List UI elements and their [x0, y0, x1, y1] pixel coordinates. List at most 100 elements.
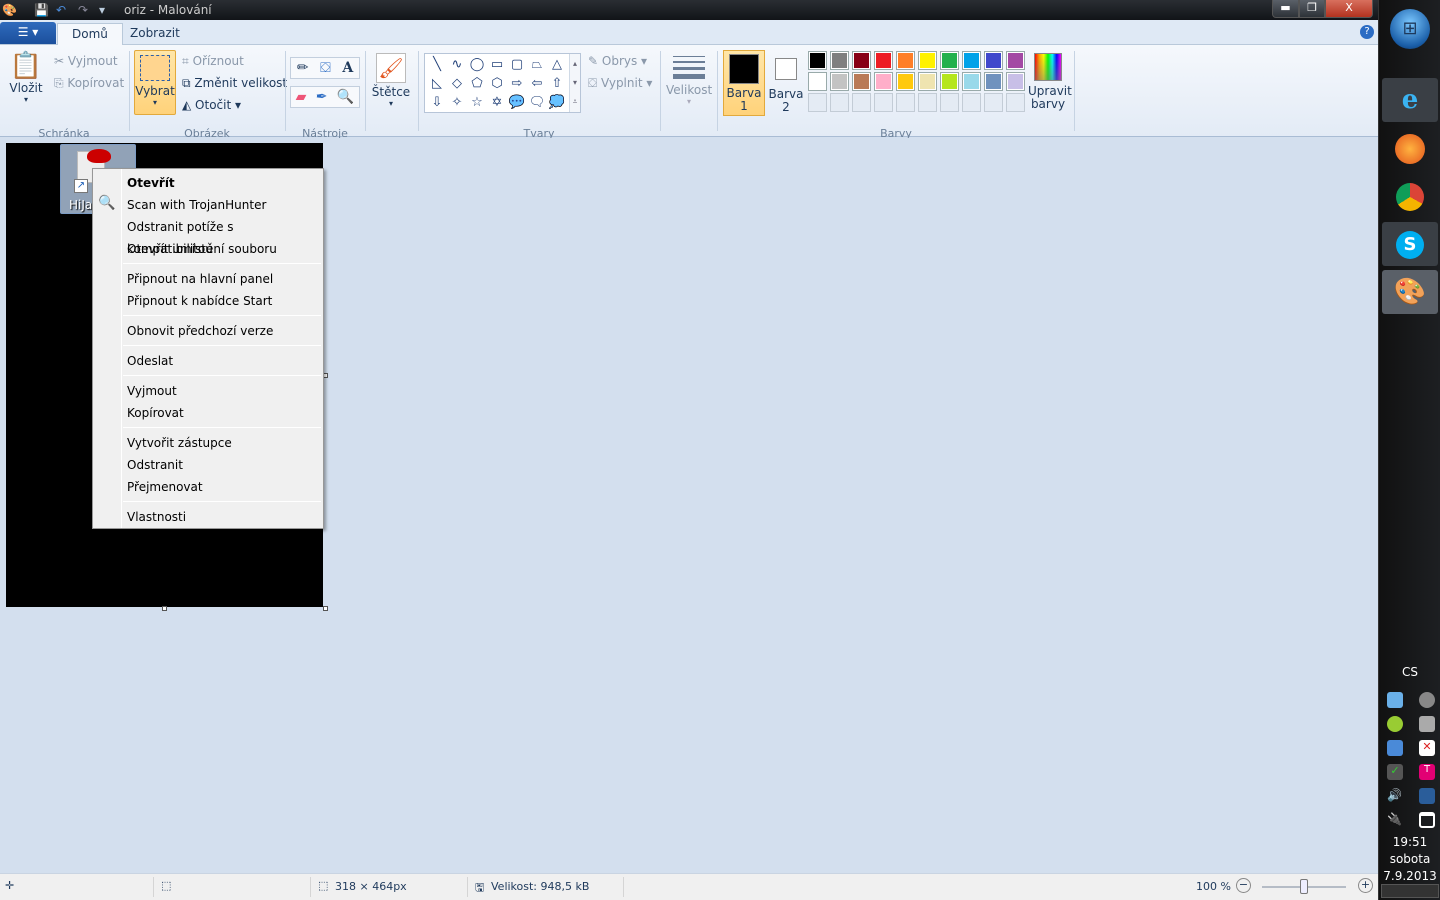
custom-color-slot[interactable] — [896, 93, 915, 112]
eraser-icon[interactable]: ▰ — [296, 89, 307, 105]
clock-day[interactable]: sobota — [1379, 852, 1440, 866]
context-menu-item[interactable]: Vytvořit zástupce — [127, 432, 317, 454]
fill-button[interactable]: ⛋ Vyplnit ▾ — [588, 76, 652, 91]
clock-date[interactable]: 7.9.2013 — [1379, 869, 1440, 883]
brushes-button[interactable]: 🖌 Štětce ▾ — [370, 51, 412, 108]
resize-button[interactable]: ⧉ Změnit velikost — [182, 76, 287, 91]
color-swatch[interactable] — [1006, 51, 1025, 70]
shape-tool-icon[interactable]: ▭ — [487, 55, 507, 74]
custom-color-slot[interactable] — [808, 93, 827, 112]
color2-button[interactable]: Barva 2 — [767, 50, 805, 116]
customize-quick-access-icon[interactable]: ▾ — [99, 3, 105, 17]
green-tray-icon[interactable] — [1387, 716, 1403, 732]
context-menu-item[interactable]: Odeslat — [127, 350, 317, 372]
color-swatch[interactable] — [808, 51, 827, 70]
undo-icon[interactable]: ↶ — [56, 3, 66, 17]
context-menu-item[interactable]: Scan with TrojanHunter — [127, 194, 317, 216]
paint-taskbar-icon[interactable]: 🎨 — [1382, 270, 1438, 314]
redo-icon[interactable]: ↷ — [78, 3, 88, 17]
fill-bucket-icon[interactable]: ⛋ — [320, 60, 331, 76]
internet-explorer-taskbar-icon[interactable]: e — [1382, 78, 1438, 122]
shape-tool-icon[interactable]: △ — [547, 55, 567, 74]
resize-handle-corner[interactable] — [323, 606, 328, 611]
context-menu-item[interactable]: Odstranit — [127, 454, 317, 476]
tab-home[interactable]: Domů — [57, 23, 123, 45]
clock-time[interactable]: 19:51 — [1379, 835, 1440, 849]
custom-color-slot[interactable] — [830, 93, 849, 112]
messenger-tray-icon[interactable] — [1419, 716, 1435, 732]
select-button[interactable]: Vybrat ▾ — [134, 50, 176, 115]
save-icon[interactable]: 💾 — [34, 3, 49, 17]
custom-color-slot[interactable] — [940, 93, 959, 112]
color-swatch[interactable] — [940, 51, 959, 70]
shape-tool-icon[interactable]: ✧ — [447, 93, 467, 112]
update-tray-icon[interactable] — [1387, 740, 1403, 756]
shape-tool-icon[interactable]: ⇨ — [507, 74, 527, 93]
chrome-taskbar-icon[interactable] — [1382, 174, 1438, 218]
context-menu-item[interactable]: Odstranit potíže s kompatibilitou — [127, 216, 317, 256]
color-swatch[interactable] — [852, 72, 871, 91]
zoom-out-button[interactable]: − — [1236, 878, 1251, 893]
magnifier-icon[interactable]: 🔍 — [337, 89, 354, 105]
paint-app-icon[interactable]: 🎨 — [2, 3, 17, 17]
paste-button[interactable]: 📋 Vložit ▾ — [6, 51, 46, 113]
crop-button[interactable]: ⌗ Oříznout — [182, 54, 244, 69]
shape-tool-icon[interactable]: ⇦ — [527, 74, 547, 93]
size-button[interactable]: Velikost ▾ — [666, 53, 712, 106]
context-menu-item[interactable]: Otevřít — [127, 172, 317, 194]
edit-colors-button[interactable]: Upravit barvy — [1028, 53, 1072, 111]
shape-tool-icon[interactable]: 🗨 — [527, 93, 547, 112]
zoom-slider-thumb[interactable] — [1300, 879, 1308, 894]
shape-tool-icon[interactable]: ∿ — [447, 55, 467, 74]
outline-button[interactable]: ✎ Obrys ▾ — [588, 54, 647, 68]
context-menu-item[interactable]: Obnovit předchozí verze — [127, 320, 317, 342]
color-swatch[interactable] — [984, 72, 1003, 91]
firefox-taskbar-icon[interactable] — [1382, 126, 1438, 170]
color-swatch[interactable] — [962, 72, 981, 91]
shape-tool-icon[interactable]: ⬠ — [467, 74, 487, 93]
show-desktop-button[interactable] — [1381, 884, 1439, 898]
shape-tool-icon[interactable]: ⇧ — [547, 74, 567, 93]
color-swatch[interactable] — [918, 72, 937, 91]
shape-tool-icon[interactable]: ╲ — [427, 55, 447, 74]
custom-color-slot[interactable] — [852, 93, 871, 112]
paint-menu-button[interactable]: ☰ ▾ — [0, 22, 56, 44]
volume-icon[interactable]: 🔊 — [1387, 788, 1403, 804]
context-menu-item[interactable]: Kopírovat — [127, 402, 317, 424]
cut-button[interactable]: ✂ Vyjmout — [54, 54, 118, 68]
help-icon[interactable]: ? — [1360, 25, 1374, 39]
resize-handle-bottom[interactable] — [162, 606, 167, 611]
text-tool-icon[interactable]: A — [342, 60, 353, 76]
color-swatch[interactable] — [874, 72, 893, 91]
shape-tool-icon[interactable]: ☆ — [467, 93, 487, 112]
tab-view[interactable]: Zobrazit — [116, 23, 194, 45]
color-swatch[interactable] — [896, 51, 915, 70]
context-menu-item[interactable]: Vyjmout — [127, 380, 317, 402]
color-swatch[interactable] — [830, 72, 849, 91]
copy-button[interactable]: ⎘ Kopírovat — [54, 76, 124, 91]
shape-tool-icon[interactable]: ◯ — [467, 55, 487, 74]
shape-tool-icon[interactable]: ◇ — [447, 74, 467, 93]
skype-taskbar-icon[interactable]: S — [1382, 222, 1438, 266]
context-menu-item[interactable]: Otevřít umístění souboru — [127, 238, 317, 260]
shape-tool-icon[interactable]: 💬 — [507, 93, 527, 112]
context-menu-item[interactable]: Vlastnosti — [127, 506, 317, 528]
color-swatch[interactable] — [940, 72, 959, 91]
custom-color-slot[interactable] — [874, 93, 893, 112]
color-swatch[interactable] — [896, 72, 915, 91]
t-mobile-tray-icon[interactable]: T — [1419, 764, 1435, 780]
usb-device-icon[interactable]: ✓ — [1387, 764, 1403, 780]
shape-tool-icon[interactable]: ⇩ — [427, 93, 447, 112]
shape-tool-icon[interactable]: ▢ — [507, 55, 527, 74]
shape-tool-icon[interactable]: ⬡ — [487, 74, 507, 93]
power-icon[interactable]: 🔌 — [1387, 812, 1403, 828]
rotate-button[interactable]: ◭ Otočit ▾ — [182, 98, 241, 112]
color-swatch[interactable] — [852, 51, 871, 70]
color-swatch[interactable] — [984, 51, 1003, 70]
restore-button[interactable]: ❐ — [1299, 0, 1325, 18]
zoom-in-button[interactable]: + — [1358, 878, 1373, 893]
pencil-icon[interactable]: ✏ — [297, 60, 309, 76]
shape-tool-icon[interactable]: 💭 — [547, 93, 567, 112]
shape-tool-icon[interactable]: ◺ — [427, 74, 447, 93]
color-swatch[interactable] — [1006, 72, 1025, 91]
